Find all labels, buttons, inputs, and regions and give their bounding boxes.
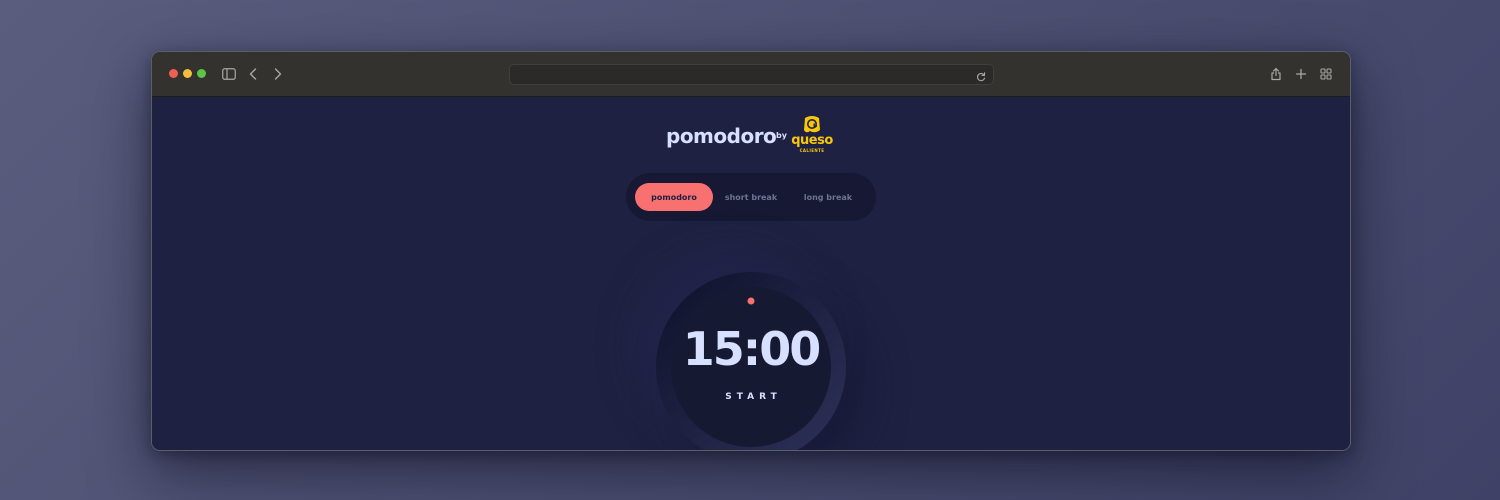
timer-display: 15:00 [682,322,821,376]
chevron-right-icon[interactable] [268,64,288,84]
reload-icon[interactable] [975,68,987,82]
tab-pomodoro[interactable]: pomodoro [635,183,713,211]
minimize-window-button[interactable] [183,69,192,78]
plus-icon[interactable] [1291,64,1311,84]
share-icon[interactable] [1266,64,1286,84]
browser-window: pomodoro by queso CALIENTE pomodoro shor… [151,51,1351,451]
queso-caliente-logo[interactable]: queso CALIENTE [789,115,835,155]
browser-toolbar [152,52,1350,97]
maximize-window-button[interactable] [197,69,206,78]
grid-icon[interactable] [1316,64,1336,84]
by-label: by [776,131,787,140]
tab-short-break[interactable]: short break [713,183,789,211]
tab-long-break[interactable]: long break [789,183,867,211]
page-content: pomodoro by queso CALIENTE pomodoro shor… [152,97,1350,450]
timer-dial[interactable]: 15:00 START [656,272,846,450]
sidebar-icon[interactable] [219,64,239,84]
start-button[interactable]: START [656,392,846,402]
mode-tabs: pomodoro short break long break [626,173,876,221]
chevron-left-icon[interactable] [243,64,263,84]
close-window-button[interactable] [169,69,178,78]
address-bar[interactable] [509,64,994,85]
logo-wordmark: queso [791,133,833,148]
logo-subtitle: CALIENTE [799,148,825,153]
page-title: pomodoro [666,124,777,148]
